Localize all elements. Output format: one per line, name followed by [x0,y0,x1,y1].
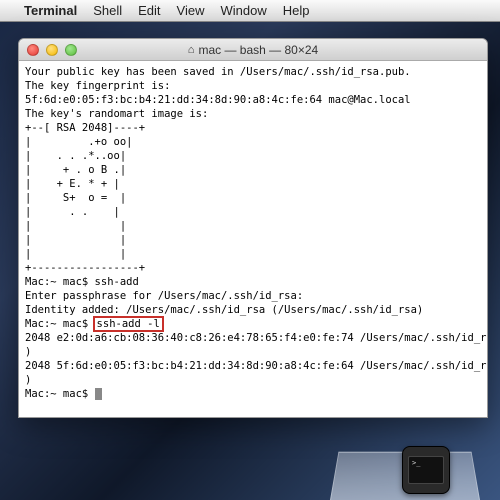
menu-edit[interactable]: Edit [138,3,160,18]
line: ) [25,374,31,386]
dock-terminal-icon[interactable]: >_ [402,446,450,494]
window-title: ⌂ mac — bash — 80×24 [19,43,487,57]
line: 5f:6d:e0:05:f3:bc:b4:21:dd:34:8d:90:a8:4… [25,94,411,106]
menubar: Terminal Shell Edit View Window Help [0,0,500,22]
line: | . . | [25,206,120,218]
line: | . . .*..oo| [25,150,126,162]
terminal-window: ⌂ mac — bash — 80×24 Your public key has… [18,38,488,418]
line: | S+ o = | [25,192,126,204]
line: Your public key has been saved in /Users… [25,66,411,78]
line: | | [25,248,126,260]
menu-help[interactable]: Help [283,3,310,18]
prompt: Mac:~ mac$ [25,276,95,288]
line: The key fingerprint is: [25,80,170,92]
line: ) [25,346,31,358]
line: +-----------------+ [25,262,145,274]
line: 2048 e2:0d:a6:cb:08:36:40:c8:26:e4:78:65… [25,332,487,344]
line: | | [25,234,126,246]
command: ssh-add [95,276,139,288]
terminal-icon: >_ [408,456,444,484]
line: 2048 5f:6d:e0:05:f3:bc:b4:21:dd:34:8d:90… [25,360,487,372]
line: Identity added: /Users/mac/.ssh/id_rsa (… [25,304,423,316]
line: | + E. * + | [25,178,120,190]
line: The key's randomart image is: [25,108,208,120]
line: Enter passphrase for /Users/mac/.ssh/id_… [25,290,303,302]
line: | + . o B .| [25,164,126,176]
line: | .+o oo| [25,136,132,148]
app-menu[interactable]: Terminal [24,3,77,18]
prompt: Mac:~ mac$ [25,388,95,400]
highlighted-command: ssh-add -l [93,316,164,332]
titlebar[interactable]: ⌂ mac — bash — 80×24 [19,39,487,61]
line: | | [25,220,126,232]
title-text: mac — bash — 80×24 [198,43,318,57]
home-icon: ⌂ [188,44,195,56]
line: +--[ RSA 2048]----+ [25,122,145,134]
menu-view[interactable]: View [177,3,205,18]
cursor-icon [95,388,102,400]
menu-window[interactable]: Window [221,3,267,18]
terminal-content[interactable]: Your public key has been saved in /Users… [19,61,487,405]
prompt: Mac:~ mac$ [25,318,95,330]
menu-shell[interactable]: Shell [93,3,122,18]
